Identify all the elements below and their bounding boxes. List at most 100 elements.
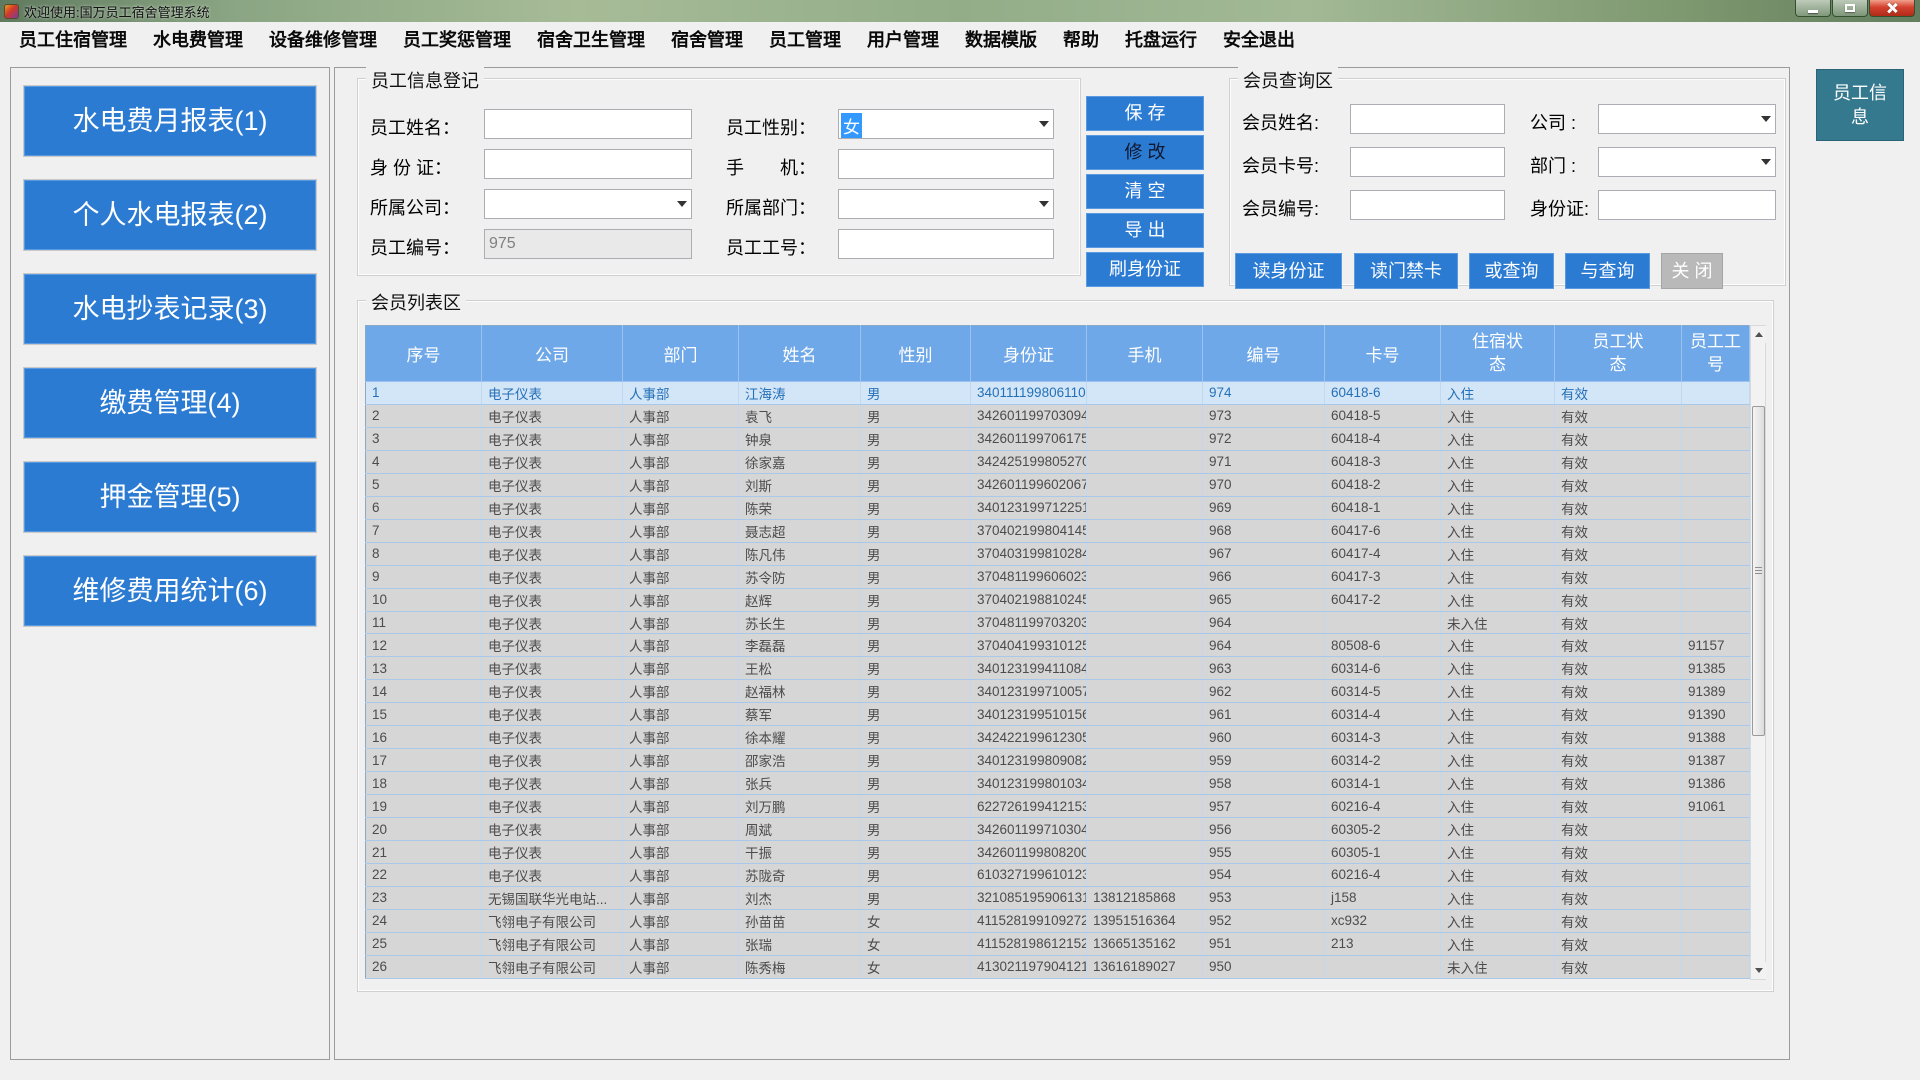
menu-item-equipment-repair[interactable]: 设备维修管理: [256, 26, 390, 52]
member-number-input[interactable]: [1350, 190, 1505, 220]
clear-button[interactable]: 清 空: [1086, 174, 1204, 209]
table-row[interactable]: 7电子仪表人事部聂志超男3704021998041453...96860417-…: [366, 519, 1750, 542]
table-row[interactable]: 3电子仪表人事部钟泉男3426011997061753...97260418-4…: [366, 427, 1750, 450]
cell: 王松: [739, 657, 861, 680]
table-row[interactable]: 24飞翎电子有限公司人事部孙苗苗女4115281991092729...1395…: [366, 909, 1750, 932]
table-row[interactable]: 1电子仪表人事部江海涛男3401111998061105...97460418-…: [366, 382, 1750, 405]
scrollbar-thumb[interactable]: [1752, 406, 1765, 736]
employee-jobno-input[interactable]: [838, 229, 1054, 259]
table-row[interactable]: 17电子仪表人事部邵家浩男3401231998090820...95960314…: [366, 749, 1750, 772]
header-cell[interactable]: 住宿状态: [1441, 326, 1555, 382]
menu-item-dorm-hygiene[interactable]: 宿舍卫生管理: [524, 26, 658, 52]
menu-item-help[interactable]: 帮助: [1050, 26, 1112, 52]
swipe-id-card-button[interactable]: 刷身份证: [1086, 252, 1204, 287]
header-cell[interactable]: 卡号: [1325, 326, 1441, 382]
member-card-input[interactable]: [1350, 147, 1505, 177]
sidebar-button-meter-reading-records[interactable]: 水电抄表记录(3): [24, 274, 316, 344]
sidebar-button-personal-utility-report[interactable]: 个人水电报表(2): [24, 180, 316, 250]
header-cell[interactable]: 身份证: [971, 326, 1087, 382]
table-row[interactable]: 8电子仪表人事部陈凡伟男3704031998102841...96760417-…: [366, 542, 1750, 565]
header-cell[interactable]: 部门: [623, 326, 739, 382]
table-row[interactable]: 5电子仪表人事部刘斯男3426011996020671...97060418-2…: [366, 473, 1750, 496]
menu-item-reward-punishment[interactable]: 员工奖惩管理: [390, 26, 524, 52]
table-row[interactable]: 6电子仪表人事部陈荣男3401231997122516...96960418-1…: [366, 496, 1750, 519]
header-cell[interactable]: 姓名: [739, 326, 861, 382]
table-row[interactable]: 25飞翎电子有限公司人事部张瑞女4115281986121529...13665…: [366, 932, 1750, 955]
table-row[interactable]: 21电子仪表人事部干振男3426011998082002...95560305-…: [366, 841, 1750, 864]
table-row[interactable]: 10电子仪表人事部赵辉男3704021988102453...96560417-…: [366, 588, 1750, 611]
cell: 60418-3: [1325, 450, 1441, 473]
menu-item-safe-exit[interactable]: 安全退出: [1210, 26, 1308, 52]
query-id-card-input[interactable]: [1598, 190, 1776, 220]
cell: 男: [861, 772, 971, 795]
table-row[interactable]: 19电子仪表人事部刘万鹏男6227261994121530...95760216…: [366, 795, 1750, 818]
table-row[interactable]: 15电子仪表人事部蔡军男3401231995101562...96160314-…: [366, 703, 1750, 726]
table-row[interactable]: 9电子仪表人事部苏令防男3704811996060238...96660417-…: [366, 565, 1750, 588]
save-button[interactable]: 保 存: [1086, 96, 1204, 131]
table-row[interactable]: 11电子仪表人事部苏长生男3704811997032038...964未入住有效: [366, 611, 1750, 634]
or-query-button[interactable]: 或查询: [1469, 253, 1554, 289]
header-cell[interactable]: 员工状态: [1555, 326, 1682, 382]
cell: 有效: [1555, 519, 1682, 542]
header-cell[interactable]: 手机: [1087, 326, 1203, 382]
table-row[interactable]: 18电子仪表人事部张兵男3401231998010348...95860314-…: [366, 772, 1750, 795]
menu-item-employee-dorm[interactable]: 员工住宿管理: [6, 26, 140, 52]
export-button[interactable]: 导 出: [1086, 213, 1204, 248]
menu-item-user-mgmt[interactable]: 用户管理: [854, 26, 952, 52]
header-cell[interactable]: 编号: [1203, 326, 1325, 382]
menu-item-tray-run[interactable]: 托盘运行: [1112, 26, 1210, 52]
sidebar-button-repair-cost-stats[interactable]: 维修费用统计(6): [24, 556, 316, 626]
table-row[interactable]: 26飞翎电子有限公司人事部陈秀梅女4130211979041219...1361…: [366, 955, 1750, 978]
company-label: 所属公司：: [370, 194, 460, 220]
employee-info-tab[interactable]: 员工信息: [1816, 69, 1904, 141]
cell: 952: [1203, 909, 1325, 932]
read-id-card-button[interactable]: 读身份证: [1235, 253, 1342, 289]
table-row[interactable]: 4电子仪表人事部徐家嘉男3424251998052705...97160418-…: [366, 450, 1750, 473]
table-row[interactable]: 22电子仪表人事部苏陇奇男6103271996101234...95460216…: [366, 864, 1750, 887]
table-row[interactable]: 14电子仪表人事部赵福林男3401231997100572...96260314…: [366, 680, 1750, 703]
employee-gender-select[interactable]: 女: [838, 109, 1054, 139]
header-cell[interactable]: 序号: [366, 326, 482, 382]
read-door-card-button[interactable]: 读门禁卡: [1354, 253, 1458, 289]
menu-item-data-template[interactable]: 数据模版: [952, 26, 1050, 52]
sidebar-button-deposit-mgmt[interactable]: 押金管理(5): [24, 462, 316, 532]
cell: 12: [366, 634, 482, 657]
menu-item-employee-mgmt[interactable]: 员工管理: [756, 26, 854, 52]
header-cell[interactable]: 性别: [861, 326, 971, 382]
table-row[interactable]: 12电子仪表人事部李磊磊男3704041993101250...96480508…: [366, 634, 1750, 657]
maximize-button[interactable]: [1832, 0, 1868, 17]
and-query-button[interactable]: 与查询: [1565, 253, 1650, 289]
menu-item-utility-fee[interactable]: 水电费管理: [140, 26, 256, 52]
header-cell[interactable]: 公司: [482, 326, 623, 382]
table-row[interactable]: 23无锡国联华光电站...人事部刘杰男3210851959061318...13…: [366, 886, 1750, 909]
close-window-button[interactable]: [1869, 0, 1915, 17]
table-scrollbar[interactable]: [1750, 325, 1766, 980]
cell: [1682, 404, 1750, 427]
id-card-input[interactable]: [484, 149, 692, 179]
close-button[interactable]: 关 闭: [1661, 253, 1723, 289]
member-table-wrap: 序号公司部门姓名性别身份证手机编号卡号住宿状态员工状态员工工号1电子仪表人事部江…: [365, 325, 1766, 980]
query-department-select[interactable]: [1598, 147, 1776, 177]
header-cell[interactable]: 员工工号: [1682, 326, 1750, 382]
table-row[interactable]: 16电子仪表人事部徐本耀男3424221996123052...96060314…: [366, 726, 1750, 749]
cell: 电子仪表: [482, 726, 623, 749]
department-select[interactable]: [838, 189, 1054, 219]
scroll-down-icon[interactable]: [1751, 962, 1766, 979]
sidebar-button-monthly-utility-report[interactable]: 水电费月报表(1): [24, 86, 316, 156]
employee-name-input[interactable]: [484, 109, 692, 139]
member-name-input[interactable]: [1350, 104, 1505, 134]
employee-form-group: 员工信息登记 员工姓名： 员工性别： 女 身 份 证： 手 机： 所属公司： 所…: [357, 78, 1081, 276]
table-row[interactable]: 2电子仪表人事部袁飞男3426011997030946...97360418-5…: [366, 404, 1750, 427]
cell: 人事部: [623, 657, 739, 680]
mobile-input[interactable]: [838, 149, 1054, 179]
table-row[interactable]: 20电子仪表人事部周斌男3426011997103040...95660305-…: [366, 818, 1750, 841]
scroll-up-icon[interactable]: [1751, 326, 1766, 343]
table-row[interactable]: 13电子仪表人事部王松男3401231994110848...96360314-…: [366, 657, 1750, 680]
query-company-select[interactable]: [1598, 104, 1776, 134]
sidebar-button-payment-mgmt[interactable]: 缴费管理(4): [24, 368, 316, 438]
cell: 入住: [1441, 749, 1555, 772]
minimize-button[interactable]: [1795, 0, 1831, 17]
modify-button[interactable]: 修 改: [1086, 135, 1204, 170]
menu-item-dorm-mgmt[interactable]: 宿舍管理: [658, 26, 756, 52]
company-select[interactable]: [484, 189, 692, 219]
